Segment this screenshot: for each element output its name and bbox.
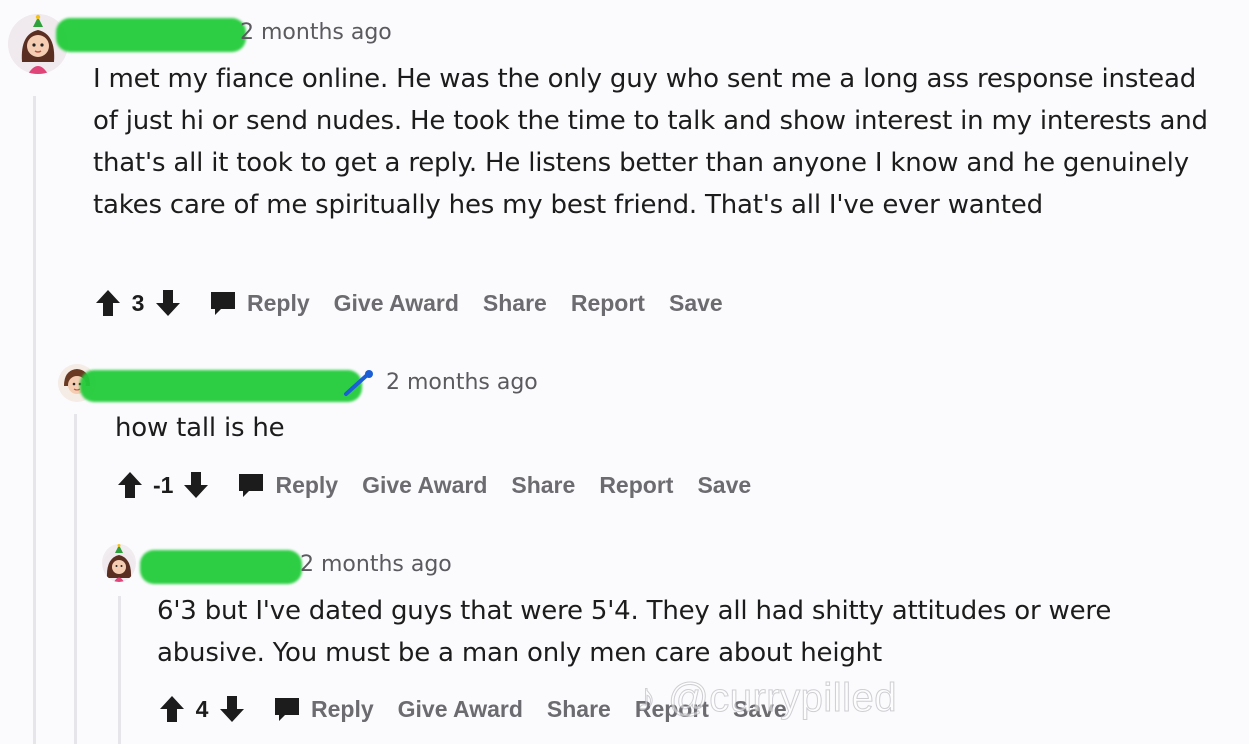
reply-button[interactable]: Reply [237, 471, 338, 499]
downvote-icon[interactable] [181, 470, 211, 500]
give-award-button[interactable]: Give Award [398, 696, 523, 723]
comment-body: 6'3 but I've dated guys that were 5'4. T… [157, 596, 1112, 668]
downvote-icon[interactable] [217, 694, 247, 724]
redacted-username [140, 550, 302, 584]
upvote-icon[interactable] [115, 470, 145, 500]
edit-pencil-icon [342, 368, 376, 402]
reply-label: Reply [311, 695, 374, 722]
share-button[interactable]: Share [483, 290, 547, 317]
comment-actions: 3 Reply Give Award Share Report Save [93, 288, 723, 318]
reply-label: Reply [275, 471, 339, 498]
thread-line-1[interactable] [33, 96, 36, 744]
give-award-button[interactable]: Give Award [362, 472, 487, 499]
tiktok-logo-icon: ♪ [636, 676, 657, 721]
watermark-handle: @currypilled [668, 676, 898, 721]
share-button[interactable]: Share [547, 696, 611, 723]
share-button[interactable]: Share [511, 472, 575, 499]
comment-bubble-icon [237, 471, 265, 499]
vote-score: 4 [195, 695, 209, 722]
reply-label: Reply [247, 289, 310, 316]
downvote-icon[interactable] [153, 288, 183, 318]
thread-line-3[interactable] [118, 596, 121, 744]
report-button[interactable]: Report [571, 290, 645, 317]
redacted-username [56, 18, 246, 52]
save-button[interactable]: Save [697, 472, 751, 499]
comment-body: I met my fiance online. He was the only … [93, 64, 1208, 220]
redacted-username [80, 370, 362, 402]
upvote-icon[interactable] [93, 288, 123, 318]
reply-button[interactable]: Reply [273, 695, 374, 723]
comment-timestamp: 2 months ago [240, 20, 392, 45]
comment-timestamp: 2 months ago [386, 370, 538, 395]
comment-actions: -1 Reply Give Award Share Report Save [115, 470, 751, 500]
avatar[interactable] [102, 544, 136, 582]
reply-button[interactable]: Reply [209, 289, 310, 317]
upvote-icon[interactable] [157, 694, 187, 724]
comment-body: how tall is he [115, 413, 285, 443]
comment-bubble-icon [209, 289, 237, 317]
give-award-button[interactable]: Give Award [334, 290, 459, 317]
watermark: ♪ @currypilled [636, 676, 898, 721]
comment-bubble-icon [273, 695, 301, 723]
report-button[interactable]: Report [599, 472, 673, 499]
save-button[interactable]: Save [669, 290, 723, 317]
comment-timestamp: 2 months ago [300, 552, 452, 577]
vote-score: -1 [153, 471, 174, 498]
thread-line-2[interactable] [74, 414, 77, 744]
vote-score: 3 [131, 289, 145, 316]
